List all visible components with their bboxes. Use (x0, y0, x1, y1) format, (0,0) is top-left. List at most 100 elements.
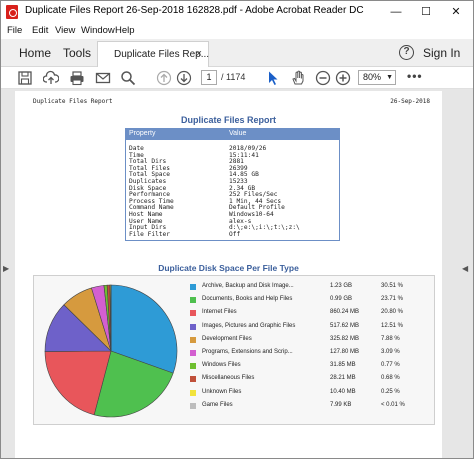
save-icon[interactable] (17, 70, 33, 86)
next-page-icon[interactable] (176, 70, 192, 86)
legend-label: Miscellaneous Files (202, 375, 255, 382)
left-panel-toggle[interactable]: ▶ (1, 89, 13, 458)
more-tools-icon[interactable]: ••• (407, 69, 423, 83)
menu-edit[interactable]: Edit (32, 25, 48, 36)
upload-cloud-icon[interactable] (43, 70, 59, 86)
legend-item: Archive, Backup and Disk Image... 1.23 GB… (190, 282, 430, 293)
page-header-title: Duplicate Files Report (33, 98, 113, 105)
legend-item: Development Files 325.82 MB 7.88 % (190, 335, 430, 346)
tab-tools[interactable]: Tools (63, 46, 91, 60)
toolbar: 1 / 1174 80% ▼ ••• (1, 67, 473, 89)
menu-help[interactable]: Help (115, 25, 135, 36)
legend-swatch (190, 389, 196, 396)
acrobat-icon (6, 5, 18, 19)
previous-page-icon[interactable] (156, 70, 172, 86)
window-title: Duplicate Files Report 26-Sep-2018 16282… (25, 5, 364, 16)
legend-swatch (190, 376, 196, 383)
properties-table: Property Value Date 2018/09/26 Time 15:11:4… (125, 128, 340, 241)
legend-size: 28.21 MB (330, 375, 356, 382)
legend-percent: 0.77 % (381, 362, 400, 369)
expand-right-icon: ◀ (462, 264, 469, 273)
legend-percent: 12.51 % (381, 322, 404, 329)
legend-item: Miscellaneous Files 28.21 MB 0.68 % (190, 374, 430, 385)
chart-area: Archive, Backup and Disk Image... 1.23 GB… (33, 275, 435, 425)
legend-size: 325.82 MB (330, 335, 360, 342)
print-icon[interactable] (69, 70, 85, 86)
page-header-date: 26-Sep-2018 (390, 98, 430, 105)
legend-label: Development Files (202, 335, 252, 342)
search-icon[interactable] (120, 70, 136, 86)
legend-item: Images, Pictures and Graphic Files 517.62… (190, 322, 430, 333)
tab-home[interactable]: Home (19, 46, 51, 60)
legend-size: 1.23 GB (330, 283, 353, 289)
legend-label: Programs, Extensions and Scrip... (202, 349, 293, 355)
legend-item: Unknown Files 10.40 MB 0.25 % (190, 388, 430, 399)
title-bar: Duplicate Files Report 26-Sep-2018 16282… (1, 1, 473, 23)
select-cursor-icon[interactable] (265, 70, 281, 86)
help-icon[interactable]: ? (399, 45, 414, 60)
page-number-input[interactable]: 1 (201, 70, 217, 85)
report-title: Duplicate Files Report (180, 115, 277, 125)
hand-tool-icon[interactable] (290, 70, 306, 86)
column-header-value: Value (229, 130, 247, 137)
document-viewer[interactable]: ▶ ◀ Duplicate Files Report 26-Sep-2018 D… (1, 89, 473, 458)
property-value: Off (229, 230, 241, 238)
sign-in-button[interactable]: Sign In (423, 46, 460, 60)
chart-title: Duplicate Disk Space Per File Type (158, 263, 299, 273)
menu-bar: File Edit View Window Help (1, 23, 473, 39)
legend-swatch (190, 402, 196, 409)
table-header: Property Value (126, 129, 339, 140)
email-icon[interactable] (95, 70, 111, 86)
legend-percent: < 0.01 % (381, 401, 405, 408)
column-header-property: Property (129, 130, 156, 137)
zoom-out-icon[interactable] (315, 70, 331, 86)
chevron-down-icon: ▼ (386, 74, 393, 81)
menu-view[interactable]: View (55, 25, 75, 36)
legend-size: 860.24 MB (330, 309, 360, 316)
expand-left-icon: ▶ (3, 264, 10, 273)
legend-item: Windows Files 31.85 MB 0.77 % (190, 361, 430, 372)
menu-file[interactable]: File (7, 25, 22, 36)
maximize-button[interactable]: ☐ (411, 1, 441, 23)
legend-percent: 23.71 % (381, 296, 404, 303)
legend-size: 0.99 GB (330, 296, 353, 303)
legend-percent: 0.68 % (381, 375, 400, 382)
close-button[interactable]: ✕ (441, 1, 471, 23)
right-panel-toggle[interactable]: ◀ (445, 89, 473, 458)
menu-window[interactable]: Window (81, 25, 115, 36)
legend-size: 517.62 MB (330, 322, 360, 329)
legend-size: 7.99 KB (330, 401, 352, 408)
legend-label: Images, Pictures and Graphic Files (202, 322, 296, 329)
legend-label: Unknown Files (202, 388, 242, 395)
legend-swatch (190, 284, 196, 290)
zoom-in-icon[interactable] (335, 70, 351, 86)
legend-label: Documents, Books and Help Files (202, 296, 293, 303)
legend-swatch (190, 336, 196, 343)
legend-label: Windows Files (202, 362, 241, 369)
legend-item: Game Files 7.99 KB < 0.01 % (190, 401, 430, 412)
legend-size: 10.40 MB (330, 388, 356, 395)
table-body: Date 2018/09/26 Time 15:11:41 Total Dirs 2881… (126, 140, 339, 240)
legend-percent: 20.80 % (381, 309, 404, 316)
legend-size: 127.80 MB (330, 349, 360, 355)
tab-close-icon[interactable]: × (196, 48, 202, 60)
tab-document[interactable]: Duplicate Files Rep... × (97, 41, 209, 67)
legend-label: Archive, Backup and Disk Image... (202, 283, 294, 289)
legend-swatch (190, 310, 196, 317)
pdf-page: Duplicate Files Report 26-Sep-2018 Dupli… (15, 91, 442, 458)
pie-chart (44, 284, 178, 418)
property-name: File Filter (129, 230, 170, 238)
table-row: File Filter Off (126, 231, 339, 238)
legend-swatch (190, 363, 196, 370)
legend-label: Internet Files (202, 309, 237, 316)
legend-swatch (190, 323, 196, 330)
zoom-value: 80% (363, 72, 382, 82)
legend-label: Game Files (202, 401, 233, 408)
legend-percent: 7.88 % (381, 335, 400, 342)
legend-percent: 0.25 % (381, 388, 400, 395)
legend-item: Programs, Extensions and Scrip... 127.80 … (190, 348, 430, 359)
legend-item: Documents, Books and Help Files 0.99 GB 23… (190, 295, 430, 306)
legend-percent: 3.09 % (381, 349, 400, 355)
zoom-select[interactable]: 80% ▼ (358, 70, 396, 85)
minimize-button[interactable]: — (381, 1, 411, 23)
